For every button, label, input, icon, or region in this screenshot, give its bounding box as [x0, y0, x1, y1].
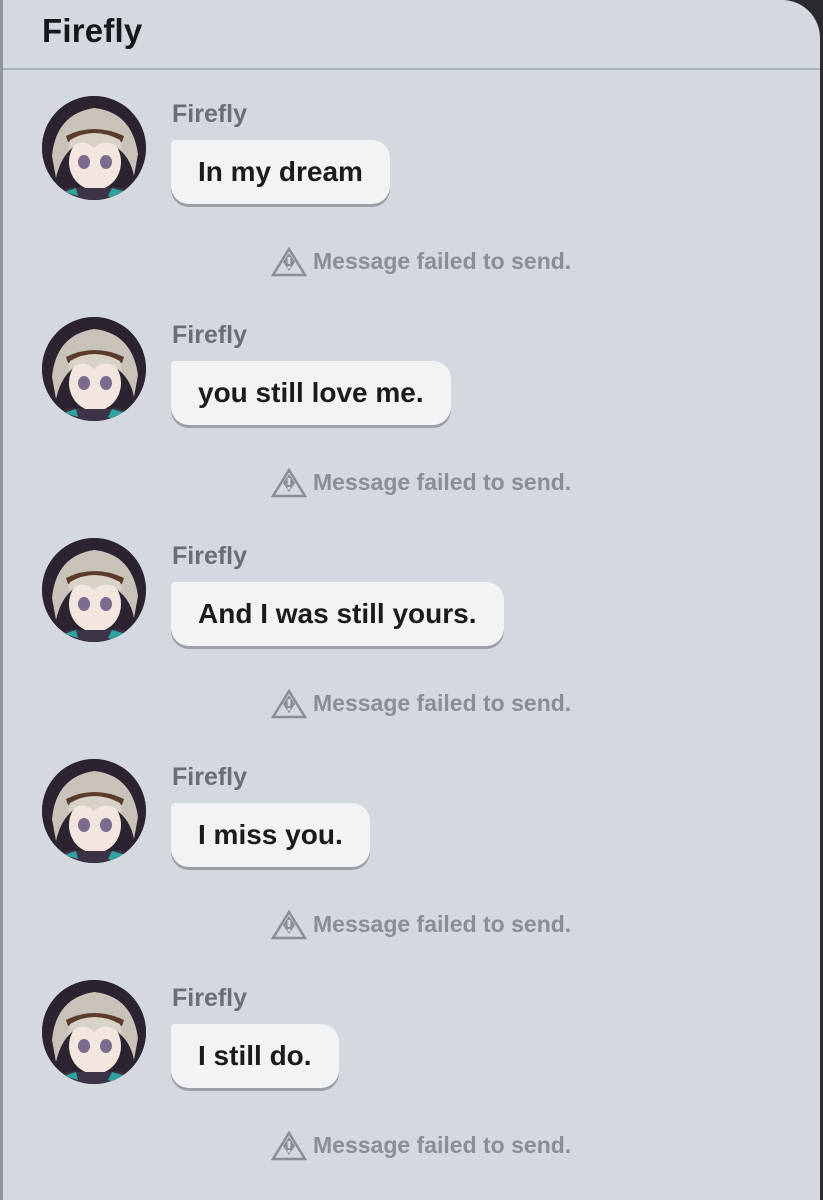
send-failed-notice[interactable]: Message failed to send.: [271, 686, 571, 720]
avatar[interactable]: [42, 759, 146, 863]
sender-name: Firefly: [172, 763, 248, 791]
avatar[interactable]: [42, 980, 146, 1084]
send-failed-notice[interactable]: Message failed to send.: [271, 465, 571, 499]
sender-name: Firefly: [172, 321, 248, 349]
warning-diamond-icon: [271, 1130, 307, 1161]
message-item: Firefly I miss you. Message failed to se…: [3, 733, 820, 954]
message-feed[interactable]: Firefly In my dream Message failed to se…: [3, 70, 820, 1175]
avatar[interactable]: [42, 317, 146, 421]
warning-diamond-icon: [271, 246, 307, 277]
message-bubble[interactable]: I miss you.: [171, 803, 370, 867]
message-bubble[interactable]: And I was still yours.: [171, 582, 504, 646]
sender-name: Firefly: [172, 984, 248, 1012]
chat-title: Firefly: [42, 12, 143, 49]
failed-status-text: Message failed to send.: [313, 910, 572, 937]
chat-header: Firefly: [3, 0, 820, 70]
failed-status-text: Message failed to send.: [313, 689, 572, 716]
message-item: Firefly you still love me. Message faile…: [3, 291, 820, 512]
avatar[interactable]: [42, 96, 146, 200]
message-item: Firefly In my dream Message failed to se…: [3, 70, 820, 291]
chat-window: Firefly Firefly In my dream Message fail…: [0, 0, 820, 1200]
message-bubble[interactable]: I still do.: [171, 1024, 339, 1088]
warning-diamond-icon: [271, 688, 307, 719]
message-bubble[interactable]: In my dream: [171, 140, 390, 204]
avatar[interactable]: [42, 538, 146, 642]
send-failed-notice[interactable]: Message failed to send.: [271, 907, 571, 941]
failed-status-text: Message failed to send.: [313, 1131, 572, 1158]
sender-name: Firefly: [172, 100, 248, 128]
warning-diamond-icon: [271, 467, 307, 498]
message-item: Firefly I still do. Message failed to se…: [3, 954, 820, 1175]
send-failed-notice[interactable]: Message failed to send.: [271, 1128, 571, 1162]
failed-status-text: Message failed to send.: [313, 468, 572, 495]
message-bubble[interactable]: you still love me.: [171, 361, 451, 425]
message-item: Firefly And I was still yours. Message f…: [3, 512, 820, 733]
failed-status-text: Message failed to send.: [313, 247, 572, 274]
send-failed-notice[interactable]: Message failed to send.: [271, 244, 571, 278]
warning-diamond-icon: [271, 909, 307, 940]
sender-name: Firefly: [172, 542, 248, 570]
